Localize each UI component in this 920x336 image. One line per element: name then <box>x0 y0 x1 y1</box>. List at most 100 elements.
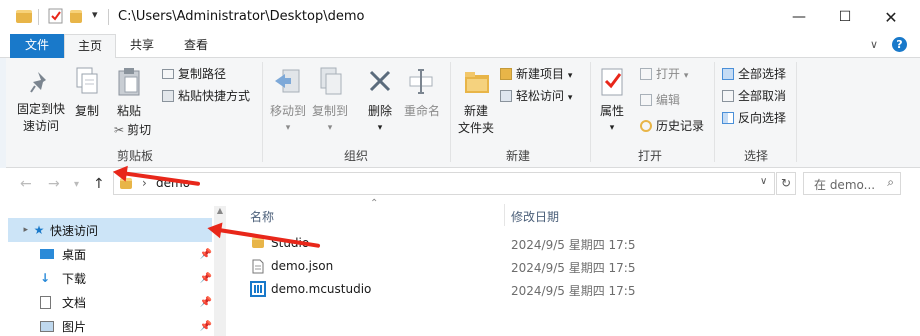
tab-file[interactable]: 文件 <box>10 34 64 58</box>
file-modified: 2024/9/5 星期四 17:51 <box>511 238 636 252</box>
invert-selection-label: 反向选择 <box>738 111 787 125</box>
json-file-icon <box>252 259 264 274</box>
pin-icon[interactable]: 📌 <box>200 249 212 260</box>
easy-access-button[interactable]: 轻松访问 ▾ <box>500 88 572 106</box>
scroll-up-icon[interactable]: ▲ <box>214 206 226 215</box>
properties-button[interactable]: 属性 ▾ <box>594 66 630 137</box>
delete-button[interactable]: 删除 ▾ <box>364 66 396 137</box>
edit-button[interactable]: 编辑 <box>640 92 680 108</box>
cut-button[interactable]: ✂ 剪切 <box>114 122 151 138</box>
search-input[interactable]: 在 demo... ⌕ <box>803 172 901 195</box>
pin-quick-access-button[interactable]: 固定到快 速访问 <box>12 70 70 135</box>
open-icon <box>640 68 652 80</box>
copy-to-button[interactable]: 复制到 ▾ <box>310 66 350 137</box>
nav-item-desktop[interactable]: 桌面 📌 <box>8 242 212 266</box>
pin-icon[interactable]: 📌 <box>200 321 212 332</box>
nav-item-label: 桌面 <box>62 247 87 262</box>
copy-path-button[interactable]: 复制路径 <box>162 66 226 82</box>
select-all-label: 全部选择 <box>738 67 787 81</box>
open-group-label: 打开 <box>637 149 662 163</box>
properties-dropdown-icon: ▾ <box>609 123 615 133</box>
invert-selection-icon <box>722 112 734 124</box>
paste-shortcut-label: 粘贴快捷方式 <box>178 89 251 103</box>
divider <box>262 62 263 162</box>
scissors-icon: ✂ <box>114 123 125 137</box>
mcustudio-file-icon <box>250 281 266 297</box>
paste-shortcut-button[interactable]: 粘贴快捷方式 <box>162 88 250 104</box>
edit-label: 编辑 <box>656 93 681 107</box>
easy-access-dropdown-icon: ▾ <box>567 93 573 103</box>
copy-path-icon <box>162 69 174 79</box>
close-icon[interactable]: ✕ <box>868 0 914 34</box>
new-folder-quick-icon[interactable] <box>70 10 82 23</box>
nav-item-downloads[interactable]: ↓ 下载 📌 <box>8 266 212 290</box>
recent-dropdown-icon[interactable]: ▾ <box>74 179 79 190</box>
file-row-demo-json[interactable]: demo.json 2024/9/5 星期四 17:52 <box>246 257 666 279</box>
delete-x-icon <box>369 70 391 92</box>
column-header-name[interactable]: 名称 <box>250 208 274 225</box>
history-icon <box>640 120 652 132</box>
address-bar[interactable]: › demo ∨ <box>113 172 775 195</box>
sort-indicator-icon: ⌃ <box>370 198 379 209</box>
select-all-icon <box>722 68 734 80</box>
tab-share[interactable]: 共享 <box>120 34 164 58</box>
navigation-pane: ▲ ▸ ★ 快速访问 桌面 📌 ↓ 下载 📌 文档 📌 图片 📌 <box>0 200 228 336</box>
select-group-label: 选择 <box>743 149 768 163</box>
tab-view[interactable]: 查看 <box>174 34 218 58</box>
forward-arrow-icon[interactable]: → <box>48 176 60 192</box>
up-arrow-icon[interactable]: ↑ <box>93 176 105 192</box>
divider <box>796 62 797 162</box>
search-icon: ⌕ <box>887 175 894 189</box>
quick-access-dropdown-icon[interactable]: ▾ <box>92 8 98 21</box>
tab-home[interactable]: 主页 <box>64 34 116 59</box>
new-folder-button[interactable]: 新建 文件夹 <box>454 66 498 137</box>
help-icon[interactable]: ? <box>892 37 907 52</box>
minimize-icon[interactable]: — <box>776 0 822 34</box>
background-window-edge <box>0 58 6 168</box>
new-folder-label-1: 新建 <box>463 104 488 118</box>
nav-item-label: 文档 <box>62 295 87 310</box>
paste-button[interactable]: 粘贴 <box>110 66 148 120</box>
clipboard-group-label: 剪贴板 <box>116 149 153 163</box>
pin-label-1: 固定到快 <box>16 102 65 116</box>
move-to-label: 移动到 <box>269 104 306 118</box>
collapse-ribbon-icon[interactable]: ∨ <box>870 38 878 51</box>
move-to-button[interactable]: 移动到 ▾ <box>268 66 308 137</box>
file-row-demo-mcustudio[interactable]: demo.mcustudio 2024/9/5 星期四 17:52 <box>246 280 666 302</box>
expand-chevron-icon[interactable]: ▸ <box>8 225 28 235</box>
nav-item-quick-access[interactable]: ▸ ★ 快速访问 <box>8 218 212 242</box>
select-none-button[interactable]: 全部取消 <box>722 88 786 104</box>
invert-selection-button[interactable]: 反向选择 <box>722 110 786 126</box>
open-button[interactable]: 打开 ▾ <box>640 66 688 84</box>
pin-icon[interactable]: 📌 <box>200 297 212 308</box>
easy-access-icon <box>500 90 512 102</box>
properties-check-icon[interactable] <box>48 8 64 24</box>
nav-item-documents[interactable]: 文档 📌 <box>8 290 212 314</box>
copy-button[interactable]: 复制 <box>70 66 104 120</box>
maximize-icon[interactable]: ☐ <box>822 0 868 34</box>
move-to-icon <box>275 69 300 93</box>
file-modified: 2024/9/5 星期四 17:52 <box>511 284 636 298</box>
paste-icon <box>118 68 140 96</box>
column-header-modified[interactable]: 修改日期 <box>511 208 559 225</box>
history-button[interactable]: 历史记录 <box>640 118 704 134</box>
rename-button[interactable]: 重命名 <box>402 66 442 120</box>
nav-item-pictures[interactable]: 图片 📌 <box>8 314 212 336</box>
history-label: 历史记录 <box>656 119 705 133</box>
delete-label: 删除 <box>367 104 392 118</box>
easy-access-label: 轻松访问 <box>516 89 565 103</box>
pin-icon[interactable]: 📌 <box>200 273 212 284</box>
select-none-icon <box>722 90 734 102</box>
nav-item-label: 图片 <box>62 319 87 334</box>
refresh-icon[interactable]: ↻ <box>776 172 796 195</box>
select-all-button[interactable]: 全部选择 <box>722 66 786 82</box>
address-dropdown-icon[interactable]: ∨ <box>760 176 767 187</box>
new-group-label: 新建 <box>505 149 530 163</box>
column-divider[interactable] <box>504 204 505 226</box>
search-placeholder: 在 demo... <box>814 178 876 192</box>
new-item-button[interactable]: 新建项目 ▾ <box>500 66 572 84</box>
desktop-icon <box>40 249 54 259</box>
back-arrow-icon[interactable]: ← <box>20 176 32 192</box>
rename-label: 重命名 <box>403 104 440 118</box>
divider <box>38 9 39 25</box>
